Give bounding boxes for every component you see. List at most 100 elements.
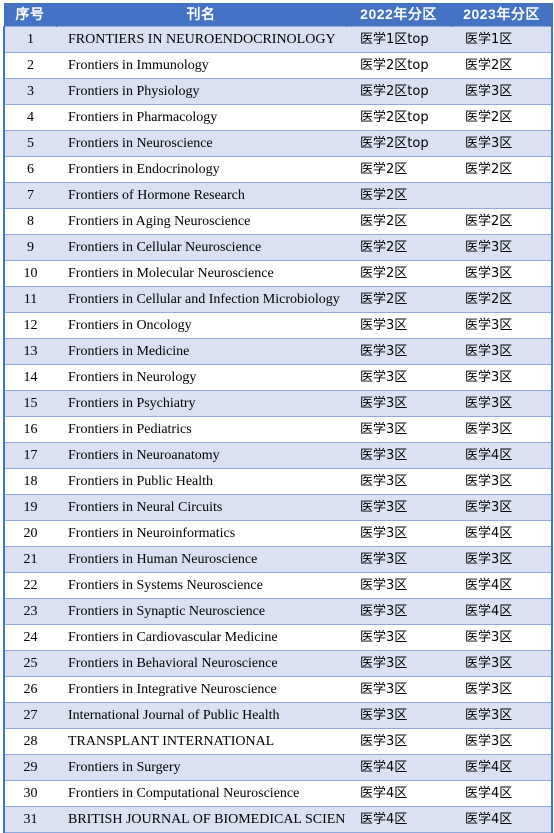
cell-zone-2022-text: 医学2区top [360,110,429,125]
table-row[interactable]: 6 Frontiers in Endocrinology 医学2区 医学2区 [3,156,553,183]
cell-journal-name: Frontiers in Aging Neuroscience [56,208,346,235]
table-row[interactable]: 1 FRONTIERS IN NEUROENDOCRINOLOGY 医学1区top 医… [3,26,553,53]
cell-zone-2022-text: 医学4区 [360,812,408,827]
table-row[interactable]: 24 Frontiers in Cardiovascular Medicine 医学… [3,624,553,651]
cell-index: 5 [3,130,56,157]
cell-index: 12 [3,312,56,339]
cell-index: 4 [3,104,56,131]
table-row[interactable]: 9 Frontiers in Cellular Neuroscience 医学2区 医… [3,234,553,261]
table-row[interactable]: 20 Frontiers in Neuroinformatics 医学3区 医学4区 [3,520,553,547]
table-row[interactable]: 18 Frontiers in Public Health 医学3区 医学3区 [3,468,553,495]
table-row[interactable]: 13 Frontiers in Medicine 医学3区 医学3区 [3,338,553,365]
table-row[interactable]: 26 Frontiers in Integrative Neuroscience 医… [3,676,553,703]
cell-index: 15 [3,390,56,417]
table-row[interactable]: 31 BRITISH JOURNAL OF BIOMEDICAL SCIENCES… [3,806,553,833]
cell-zone-2023: 医学3区 [451,130,553,157]
cell-zone-2022: 医学3区 [346,338,451,365]
column-header-index[interactable]: 序号 [3,3,57,27]
cell-zone-2023: 医学3区 [451,390,553,417]
journal-partition-table: 序号 刊名 2022年分区 2023年分区 1 FRONTIERS IN NEUR… [3,3,553,833]
table-row[interactable]: 28 TRANSPLANT INTERNATIONAL 医学3区 医学3区 [3,728,553,755]
cell-zone-2023-text: 医学3区 [465,136,513,151]
table-row[interactable]: 14 Frontiers in Neurology 医学3区 医学3区 [3,364,553,391]
cell-zone-2022: 医学3区 [346,442,451,469]
cell-zone-2023-text: 医学3区 [465,630,513,645]
cell-journal-name: Frontiers in Psychiatry [56,390,346,417]
table-row[interactable]: 23 Frontiers in Synaptic Neuroscience 医学3区… [3,598,553,625]
cell-zone-2023: 医学3区 [451,234,553,261]
table-row[interactable]: 8 Frontiers in Aging Neuroscience 医学2区 医学2区 [3,208,553,235]
cell-zone-2023: 医学3区 [451,650,553,677]
cell-index: 20 [3,520,56,547]
cell-zone-2022: 医学3区 [346,520,451,547]
table-row[interactable]: 29 Frontiers in Surgery 医学4区 医学4区 [3,754,553,781]
column-header-2022[interactable]: 2022年分区 [345,3,452,27]
cell-index: 16 [3,416,56,443]
cell-zone-2023: 医学3区 [451,494,553,521]
table-row[interactable]: 22 Frontiers in Systems Neuroscience 医学3区 医… [3,572,553,599]
table-row[interactable]: 10 Frontiers in Molecular Neuroscience 医学2… [3,260,553,287]
cell-zone-2023-text: 医学3区 [465,266,513,281]
table-row[interactable]: 3 Frontiers in Physiology 医学2区top 医学3区 [3,78,553,105]
cell-journal-name: BRITISH JOURNAL OF BIOMEDICAL SCIENCES [56,806,346,833]
cell-zone-2023: 医学3区 [451,702,553,729]
cell-zone-2023-text: 医学3区 [465,344,513,359]
cell-zone-2023-text: 医学3区 [465,708,513,723]
table-row[interactable]: 19 Frontiers in Neural Circuits 医学3区 医学3区 [3,494,553,521]
cell-zone-2023: 医学2区 [451,52,553,79]
table-row[interactable]: 4 Frontiers in Pharmacology 医学2区top 医学2区 [3,104,553,131]
cell-zone-2023-text: 医学3区 [465,396,513,411]
cell-index: 28 [3,728,56,755]
cell-zone-2022: 医学3区 [346,494,451,521]
cell-zone-2022-text: 医学2区 [360,292,408,307]
cell-index: 17 [3,442,56,469]
cell-zone-2022-text: 医学3区 [360,708,408,723]
cell-zone-2022-text: 医学3区 [360,370,408,385]
journal-table-container: 序号 刊名 2022年分区 2023年分区 1 FRONTIERS IN NEUR… [0,0,554,833]
table-row[interactable]: 27 International Journal of Public Health… [3,702,553,729]
table-row[interactable]: 12 Frontiers in Oncology 医学3区 医学3区 [3,312,553,339]
cell-index: 21 [3,546,56,573]
cell-zone-2022: 医学2区 [346,208,451,235]
cell-journal-name: Frontiers in Behavioral Neuroscience [56,650,346,677]
cell-index: 11 [3,286,56,313]
table-row[interactable]: 17 Frontiers in Neuroanatomy 医学3区 医学4区 [3,442,553,469]
cell-journal-name: Frontiers in Neuroinformatics [56,520,346,547]
table-row[interactable]: 16 Frontiers in Pediatrics 医学3区 医学3区 [3,416,553,443]
cell-zone-2023: 医学3区 [451,624,553,651]
cell-index: 14 [3,364,56,391]
cell-index: 27 [3,702,56,729]
cell-zone-2022: 医学2区top [346,52,451,79]
table-row[interactable]: 15 Frontiers in Psychiatry 医学3区 医学3区 [3,390,553,417]
cell-index: 22 [3,572,56,599]
cell-zone-2023: 医学4区 [451,598,553,625]
cell-journal-name: Frontiers in Human Neuroscience [56,546,346,573]
cell-zone-2023: 医学3区 [451,364,553,391]
cell-zone-2023-text: 医学3区 [465,318,513,333]
table-row[interactable]: 5 Frontiers in Neuroscience 医学2区top 医学3区 [3,130,553,157]
column-header-name[interactable]: 刊名 [55,3,347,27]
cell-index: 9 [3,234,56,261]
table-row[interactable]: 11 Frontiers in Cellular and Infection Mi… [3,286,553,313]
cell-index: 8 [3,208,56,235]
cell-zone-2022-text: 医学3区 [360,526,408,541]
cell-zone-2022-text: 医学3区 [360,344,408,359]
cell-journal-name: Frontiers in Neuroanatomy [56,442,346,469]
cell-zone-2022-text: 医学3区 [360,318,408,333]
table-row[interactable]: 21 Frontiers in Human Neuroscience 医学3区 医学3… [3,546,553,573]
cell-zone-2022-text: 医学3区 [360,448,408,463]
column-header-2023[interactable]: 2023年分区 [450,3,553,27]
cell-zone-2023-text: 医学3区 [465,656,513,671]
cell-zone-2023-text: 医学4区 [465,760,513,775]
cell-zone-2023: 医学2区 [451,104,553,131]
cell-zone-2023-text: 医学3区 [465,240,513,255]
cell-zone-2023: 医学4区 [451,520,553,547]
table-row[interactable]: 25 Frontiers in Behavioral Neuroscience 医学… [3,650,553,677]
cell-journal-name: TRANSPLANT INTERNATIONAL [56,728,346,755]
table-row[interactable]: 2 Frontiers in Immunology 医学2区top 医学2区 [3,52,553,79]
cell-index: 10 [3,260,56,287]
cell-index: 18 [3,468,56,495]
cell-journal-name: Frontiers in Immunology [56,52,346,79]
cell-zone-2023: 医学2区 [451,208,553,235]
table-row[interactable]: 7 Frontiers of Hormone Research 医学2区 [3,182,553,209]
